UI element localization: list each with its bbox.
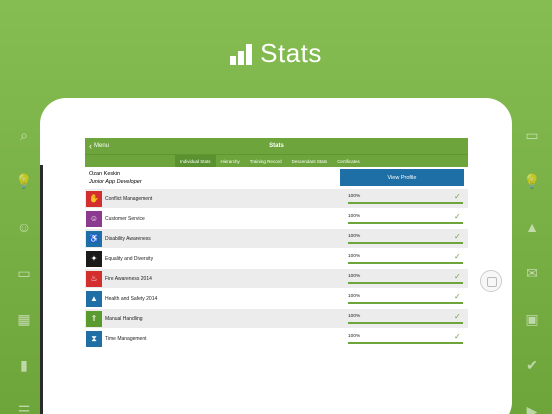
warning-icon: ▲ [86, 290, 102, 307]
progress-bar-fill [348, 302, 463, 304]
check-icon: ✓ [454, 292, 461, 301]
nav-bar: ‹ Menu Stats [85, 138, 468, 154]
progress-bar-fill [348, 202, 463, 204]
tab-certificates[interactable]: Certificates [332, 155, 365, 167]
gallery-icon[interactable]: ▣ [516, 296, 548, 342]
hero-title: Stats [260, 38, 322, 68]
progress-percent: 100% [348, 294, 361, 299]
check-icon[interactable]: ✔ [516, 342, 548, 388]
envelope-icon[interactable]: ✉ [516, 250, 548, 296]
page-title: Stats [269, 143, 284, 149]
course-name: Health and Safety 2014 [105, 295, 158, 302]
check-icon: ✓ [454, 312, 461, 321]
stats-icon[interactable]: ▮ [8, 342, 40, 388]
check-icon: ✓ [454, 272, 461, 281]
search-icon[interactable]: ⌕ [8, 112, 40, 158]
course-name: Manual Handling [105, 315, 143, 322]
stats-icon [230, 43, 253, 65]
list-item[interactable]: ✋ Conflict Management 100% ✓ [85, 188, 468, 208]
progress-bar [348, 202, 463, 204]
list-item[interactable]: ⧗ Time Management 100% ✓ [85, 328, 468, 348]
menu-label: Menu [94, 143, 110, 149]
tab-training-record[interactable]: Training Record [245, 155, 287, 167]
list-item[interactable]: ♿ Disability Awareness 100% ✓ [85, 228, 468, 248]
progress-bar [348, 242, 463, 244]
play-icon[interactable]: ▶ [516, 388, 548, 414]
progress-percent: 100% [348, 254, 361, 259]
check-icon: ✓ [454, 192, 461, 201]
hourglass-icon: ⧗ [86, 330, 102, 347]
warning-icon[interactable]: ▲ [516, 204, 548, 250]
list-item[interactable]: ♨ Fire Awareness 2014 100% ✓ [85, 268, 468, 288]
course-list: ✋ Conflict Management 100% ✓ ☺ Customer Servi… [85, 188, 468, 348]
list-item[interactable]: ⇑ Manual Handling 100% ✓ [85, 308, 468, 328]
user-name: Ozan Keskin [89, 170, 121, 177]
progress-percent: 100% [348, 194, 361, 199]
course-name: Customer Service [105, 215, 145, 222]
check-icon: ✓ [454, 332, 461, 341]
progress-percent: 100% [348, 314, 361, 319]
menu-button[interactable]: ‹ Menu [89, 140, 110, 151]
list-item[interactable]: ✦ Equality and Diversity 100% ✓ [85, 248, 468, 268]
course-name: Disability Awareness [105, 235, 151, 242]
check-icon: ✓ [454, 232, 461, 241]
check-icon: ✓ [454, 252, 461, 261]
check-icon: ✓ [454, 212, 461, 221]
profile-header: Ozan Keskin Junior App Developer View Pr… [85, 167, 468, 188]
course-name: Time Management [105, 335, 147, 342]
list-item[interactable]: ▲ Health and Safety 2014 100% ✓ [85, 288, 468, 308]
fire-icon: ♨ [86, 270, 102, 287]
tab-individual-stats[interactable]: Individual Stats [175, 155, 216, 167]
progress-bar [348, 302, 463, 304]
progress-percent: 100% [348, 274, 361, 279]
progress-bar [348, 282, 463, 284]
lightbulb-icon[interactable]: 💡 [8, 158, 40, 204]
window-icon[interactable]: ▭ [516, 112, 548, 158]
course-name: Equality and Diversity [105, 255, 154, 262]
tab-hierarchy[interactable]: Hierarchy [216, 155, 245, 167]
home-button[interactable] [480, 270, 502, 292]
course-name: Conflict Management [105, 195, 153, 202]
lifting-icon: ⇑ [86, 310, 102, 327]
progress-bar [348, 222, 463, 224]
progress-bar [348, 322, 463, 324]
progress-bar-fill [348, 242, 463, 244]
tablet-bezel [40, 165, 43, 414]
list-item[interactable]: ☺ Customer Service 100% ✓ [85, 208, 468, 228]
progress-bar-fill [348, 282, 463, 284]
app-screen: ‹ Menu Stats Individual Stats Hierarchy Tr… [85, 138, 468, 414]
progress-percent: 100% [348, 234, 361, 239]
handshake-icon: ✦ [86, 250, 102, 267]
course-name: Fire Awareness 2014 [105, 275, 152, 282]
progress-bar [348, 342, 463, 344]
list-icon[interactable]: ☰ [8, 388, 40, 414]
chevron-left-icon: ‹ [89, 140, 92, 151]
smiley-icon[interactable]: ☺ [8, 204, 40, 250]
progress-percent: 100% [348, 334, 361, 339]
chat-icon[interactable]: ▭ [8, 250, 40, 296]
wheelchair-icon: ♿ [86, 230, 102, 247]
hero: Stats [0, 38, 552, 69]
progress-bar-fill [348, 322, 463, 324]
progress-bar-fill [348, 342, 463, 344]
lightbulb-icon[interactable]: 💡 [516, 158, 548, 204]
left-icon-column: ⌕ 💡 ☺ ▭ ▦ ▮ ☰ [8, 112, 40, 414]
right-icon-column: ▭ 💡 ▲ ✉ ▣ ✔ ▶ [516, 112, 548, 414]
progress-bar [348, 262, 463, 264]
tab-descendant-stats[interactable]: Descendant Stats [287, 155, 333, 167]
view-profile-button[interactable]: View Profile [340, 169, 464, 186]
calendar-icon[interactable]: ▦ [8, 296, 40, 342]
progress-bar-fill [348, 222, 463, 224]
customer-icon: ☺ [86, 210, 102, 227]
user-role: Junior App Developer [89, 178, 142, 185]
progress-bar-fill [348, 262, 463, 264]
progress-percent: 100% [348, 214, 361, 219]
tab-bar: Individual Stats Hierarchy Training Record… [85, 154, 468, 167]
hand-stop-icon: ✋ [86, 190, 102, 207]
